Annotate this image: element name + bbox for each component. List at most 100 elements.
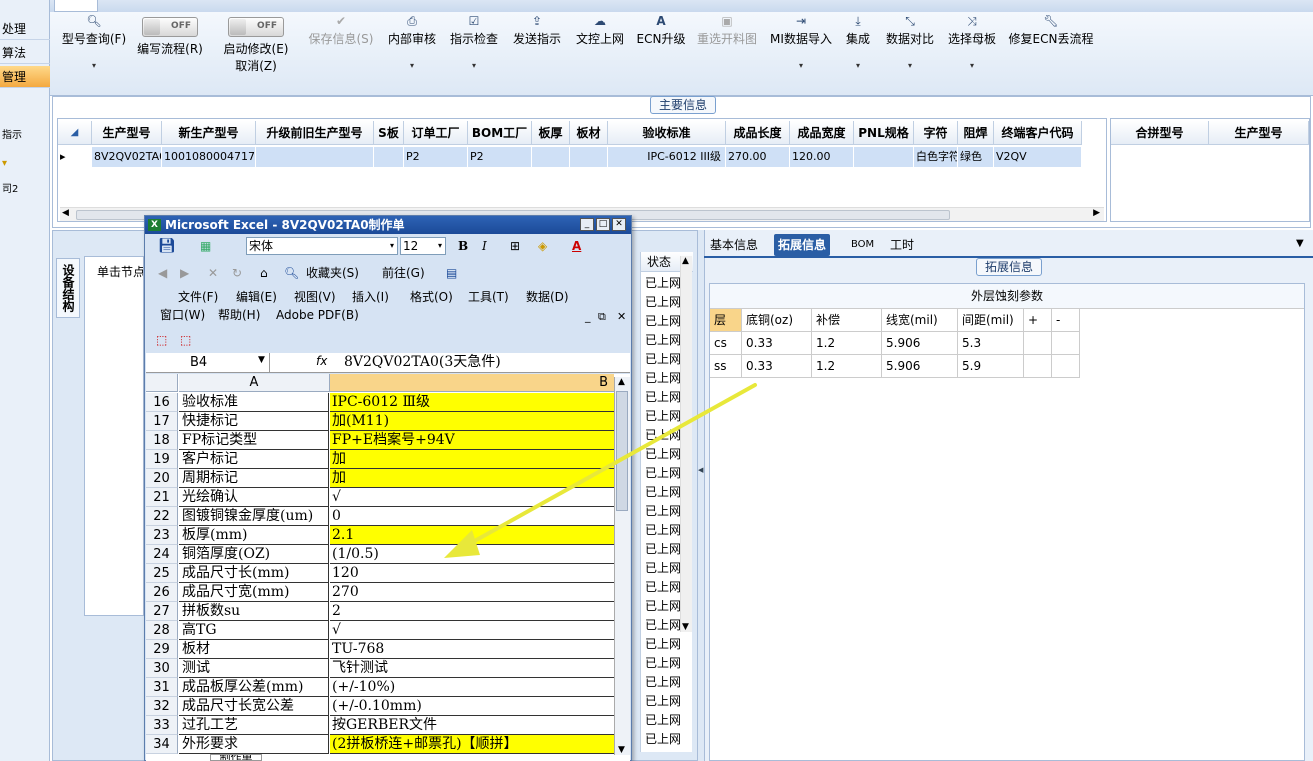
cell-b[interactable]: (2拼板桥连+邮票孔)【顺拼】 [330, 735, 614, 754]
row-number[interactable]: 25 [146, 564, 178, 583]
cell-b[interactable]: 270 [330, 583, 614, 602]
toggle-switch[interactable]: OFF [228, 17, 284, 37]
row-number[interactable]: 22 [146, 507, 178, 526]
cell-a[interactable]: 周期标记 [179, 469, 329, 488]
fix-ecn-flow-button[interactable]: 🔧︎ 修复ECN丢流程 [1008, 12, 1094, 47]
cell-a[interactable]: 外形要求 [179, 735, 329, 754]
etch-cell[interactable]: ss [710, 355, 742, 378]
font-color-icon[interactable]: A [572, 234, 581, 258]
row-number[interactable]: 33 [146, 716, 178, 735]
cell-b[interactable]: (+/-0.10mm) [330, 697, 614, 716]
chevron-down-icon[interactable]: ▾ [386, 61, 438, 70]
etch-cell[interactable]: 1.2 [812, 332, 882, 355]
cell-a[interactable]: 成品尺寸宽(mm) [179, 583, 329, 602]
row-number[interactable]: 23 [146, 526, 178, 545]
data-compare-button[interactable]: ⤡ 数据对比 ▾ [884, 12, 936, 70]
cell-b[interactable]: (+/-10%) [330, 678, 614, 697]
grid-cell-7[interactable] [532, 147, 570, 167]
splitter-arrow-icon[interactable]: ◀ [698, 466, 703, 474]
excel-menu-10[interactable]: Adobe PDF(B) [276, 303, 359, 327]
document-tab[interactable] [54, 0, 98, 12]
grid-cell-9[interactable]: IPC-6012 III级 [608, 147, 726, 167]
row-number[interactable]: 16 [146, 393, 178, 412]
merge-center-icon[interactable]: ⊞ [510, 234, 520, 258]
grid-header-15[interactable]: 终端客户代码 [994, 121, 1082, 145]
nav-sub-item-2[interactable]: 司2 [2, 180, 18, 195]
cell-b[interactable]: 加(M11) [330, 412, 614, 431]
cell-a[interactable]: 过孔工艺 [179, 716, 329, 735]
merged-model-header[interactable]: 合拼型号 [1111, 121, 1209, 145]
etch-cell[interactable]: 1.2 [812, 355, 882, 378]
column-header-b[interactable]: B [330, 374, 614, 392]
cell-a[interactable]: 成品板厚公差(mm) [179, 678, 329, 697]
grid-header-11[interactable]: 成品宽度 [790, 121, 854, 145]
scroll-down-icon[interactable]: ▼ [682, 622, 689, 632]
etch-header-5[interactable]: 间距(mil) [958, 309, 1024, 332]
cell-a[interactable]: 测试 [179, 659, 329, 678]
excel-menu-5[interactable]: 格式(O) [410, 285, 453, 309]
etch-cell[interactable] [1052, 355, 1080, 378]
cell-b[interactable]: 0 [330, 507, 614, 526]
grid-header-9[interactable]: 验收标准 [608, 121, 726, 145]
cell-b[interactable]: 加 [330, 450, 614, 469]
chevron-down-icon[interactable]: ▾ [842, 61, 874, 70]
column-header-a[interactable]: A [179, 374, 330, 392]
pdf-icon[interactable]: ⬚ [156, 328, 167, 352]
cell-a[interactable]: 拼板数su [179, 602, 329, 621]
grid-cell-13[interactable]: 白色字符 [914, 147, 958, 167]
select-motherboard-button[interactable]: ⤨ 选择母板 ▾ [946, 12, 998, 70]
excel-menu-6[interactable]: 工具(T) [468, 285, 509, 309]
favorites-menu[interactable]: 收藏夹(S) [306, 261, 359, 285]
excel-menu-8[interactable]: 窗口(W) [160, 303, 205, 327]
grid-cell-15[interactable]: V2QV [994, 147, 1082, 167]
workbook-close-icon[interactable]: ✕ [617, 305, 626, 329]
grid-cell-8[interactable] [570, 147, 608, 167]
chevron-down-icon[interactable]: ▾ [390, 238, 397, 254]
tab-basic-info[interactable]: 基本信息 [706, 234, 762, 256]
row-number[interactable]: 26 [146, 583, 178, 602]
excel-menu-9[interactable]: 帮助(H) [218, 303, 260, 327]
chevron-down-icon[interactable]: ▾ [448, 61, 500, 70]
minimize-icon[interactable]: _ [580, 218, 594, 231]
nav-item-algorithm[interactable]: 算法 [0, 42, 50, 64]
cell-b[interactable]: 飞针测试 [330, 659, 614, 678]
grid-cell-2[interactable]: 10010800047174 [162, 147, 256, 167]
chevron-down-icon[interactable]: ▼ [258, 355, 265, 365]
cell-a[interactable]: 高TG [179, 621, 329, 640]
row-number[interactable]: 20 [146, 469, 178, 488]
etch-cell[interactable]: cs [710, 332, 742, 355]
nav-sub-item-1[interactable]: 指示 [2, 126, 22, 141]
cell-b[interactable]: TU-768 [330, 640, 614, 659]
search-icon[interactable]: 🔍︎ [284, 261, 299, 285]
grid-header-6[interactable]: BOM工厂 [468, 121, 532, 145]
picture-icon[interactable]: ▦ [200, 234, 211, 258]
etch-header-1[interactable]: 层 [710, 309, 742, 332]
grid-header-3[interactable]: 升级前旧生产型号 [256, 121, 374, 145]
internal-review-button[interactable]: ⎙ 内部审核 ▾ [386, 12, 438, 70]
close-icon[interactable]: ✕ [612, 218, 626, 231]
cell-a[interactable]: 图镀铜镍金厚度(um) [179, 507, 329, 526]
grid-header-13[interactable]: 字符 [914, 121, 958, 145]
web-toolbar-icon[interactable]: ▤ [446, 261, 457, 285]
row-number[interactable]: 27 [146, 602, 178, 621]
row-number[interactable]: 29 [146, 640, 178, 659]
row-number[interactable]: 19 [146, 450, 178, 469]
grid-header-4[interactable]: S板 [374, 121, 404, 145]
grid-cell-10[interactable]: 270.00 [726, 147, 790, 167]
cell-a[interactable]: FP标记类型 [179, 431, 329, 450]
select-all-corner[interactable] [146, 374, 178, 392]
bold-icon[interactable]: B [458, 234, 468, 258]
cell-b[interactable]: FP+E档案号+94V [330, 431, 614, 450]
etch-cell[interactable] [1052, 332, 1080, 355]
cell-b[interactable]: 2 [330, 602, 614, 621]
grid-header-14[interactable]: 阻焊 [958, 121, 994, 145]
etch-header-6[interactable]: + [1024, 309, 1052, 332]
italic-icon[interactable]: I [482, 234, 487, 258]
sheet-vertical-scrollbar[interactable]: ▲ ▼ [614, 377, 630, 755]
grid-cell-6[interactable]: P2 [468, 147, 532, 167]
etch-header-2[interactable]: 底铜(oz) [742, 309, 812, 332]
grid-cell-12[interactable] [854, 147, 914, 167]
etch-header-3[interactable]: 补偿 [812, 309, 882, 332]
grid-header-12[interactable]: PNL规格 [854, 121, 914, 145]
refresh-icon[interactable]: ↻ [232, 261, 242, 285]
